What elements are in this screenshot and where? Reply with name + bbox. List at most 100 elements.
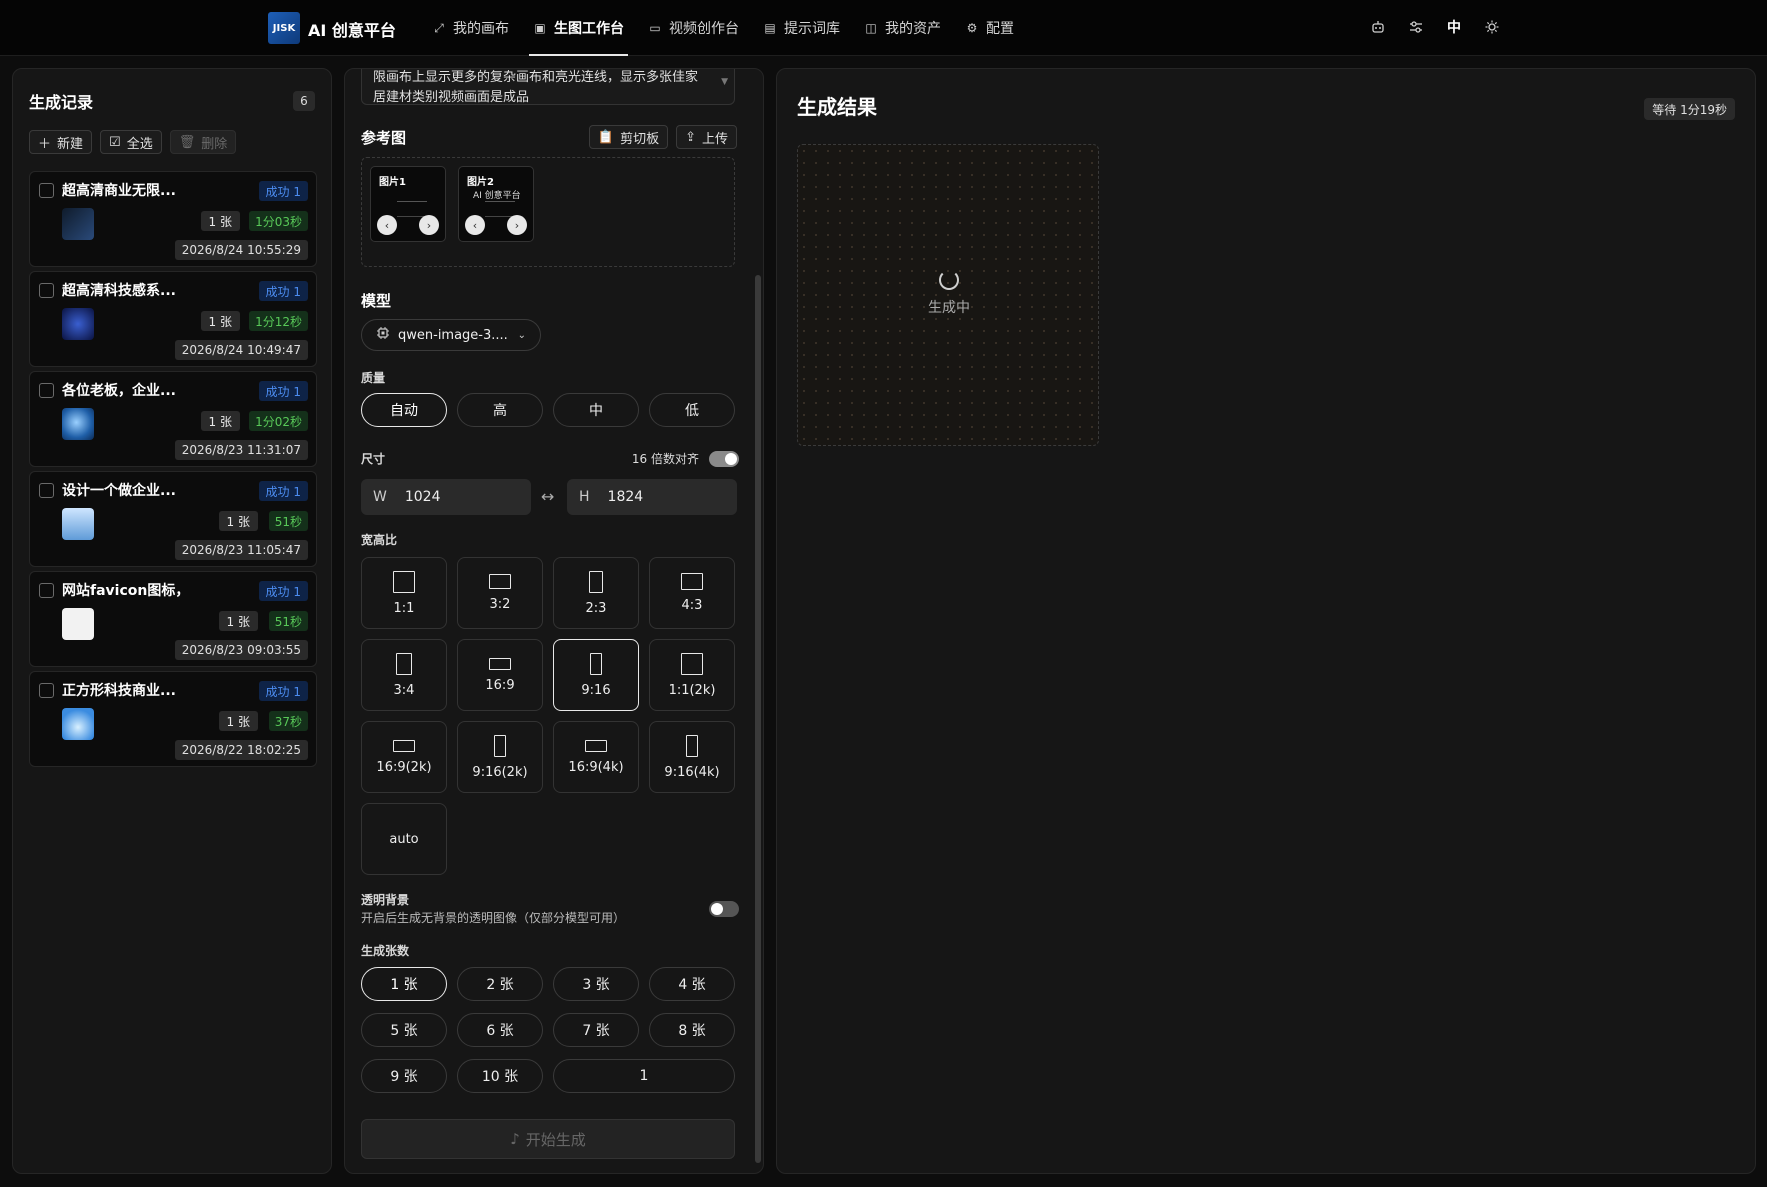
history-list: 超高清商业无限... 成功 1 1 张 1分03秒 2026/8/24 10:5…	[29, 171, 317, 771]
prompt-textarea[interactable]: 限画布上显示更多的复杂画布和亮光连线，显示多张佳家居建材类别视频画面是成品 ▼	[361, 69, 735, 105]
sun-icon[interactable]	[1484, 16, 1500, 38]
ratio-1-1-2k[interactable]: 1:1(2k)	[649, 639, 735, 711]
record-thumbnail[interactable]	[62, 208, 94, 240]
record-thumbnail[interactable]	[62, 308, 94, 340]
portrait-icon	[396, 652, 412, 675]
history-record[interactable]: 正方形科技商业... 成功 1 1 张 37秒 2026/8/22 18:02:…	[29, 671, 317, 767]
model-select[interactable]: qwen-image-3.... ⌄	[361, 319, 541, 351]
count-1[interactable]: 1 张	[361, 967, 447, 1001]
history-record[interactable]: 设计一个做企业... 成功 1 1 张 51秒 2026/8/23 11:05:…	[29, 471, 317, 567]
result-placeholder-card: 生成中	[797, 144, 1099, 446]
record-checkbox[interactable]	[39, 483, 54, 498]
ratio-9-16-2k[interactable]: 9:16(2k)	[457, 721, 543, 793]
filter-icon[interactable]	[1408, 16, 1424, 38]
generate-button[interactable]: ♪ 开始生成	[361, 1119, 735, 1159]
move-right-icon[interactable]: ›	[419, 215, 439, 235]
ratio-2-3[interactable]: 2:3	[553, 557, 639, 629]
record-checkbox[interactable]	[39, 683, 54, 698]
count-7[interactable]: 7 张	[553, 1013, 639, 1047]
ratio-9-16[interactable]: 9:16	[553, 639, 639, 711]
nav-prompt-library[interactable]: ▤ 提示词库	[751, 0, 852, 56]
quality-medium[interactable]: 中	[553, 393, 639, 427]
move-left-icon[interactable]: ‹	[377, 215, 397, 235]
count-2[interactable]: 2 张	[457, 967, 543, 1001]
count-6[interactable]: 6 张	[457, 1013, 543, 1047]
resize-arrow-icon[interactable]: ▼	[721, 72, 728, 92]
move-right-icon[interactable]: ›	[507, 215, 527, 235]
timestamp-badge: 2026/8/24 10:55:29	[174, 240, 308, 260]
reference-dropzone[interactable]: 图片1 ‹ › 图片2 AI 创意平台 ‹ ›	[361, 157, 735, 267]
reference-image-label: 图片2	[467, 177, 494, 188]
status-badge: 成功 1	[258, 281, 308, 301]
quality-auto[interactable]: 自动	[361, 393, 447, 427]
ratio-3-2[interactable]: 3:2	[457, 557, 543, 629]
width-input[interactable]: W 1024	[361, 479, 531, 515]
count-3[interactable]: 3 张	[553, 967, 639, 1001]
nav-label: 生图工作台	[554, 21, 624, 37]
count-8[interactable]: 8 张	[649, 1013, 735, 1047]
nav-image-workbench[interactable]: ▣ 生图工作台	[521, 0, 636, 56]
history-record[interactable]: 网站favicon图标， 成功 1 1 张 51秒 2026/8/23 09:0…	[29, 571, 317, 667]
new-button[interactable]: ＋ 新建	[29, 130, 93, 154]
transparent-toggle[interactable]	[709, 901, 739, 917]
count-custom-input[interactable]: 1	[553, 1059, 735, 1093]
record-thumbnail[interactable]	[62, 408, 94, 440]
ratio-3-4[interactable]: 3:4	[361, 639, 447, 711]
select-all-button[interactable]: ☑ 全选	[100, 130, 162, 154]
record-checkbox[interactable]	[39, 183, 54, 198]
clipboard-button[interactable]: 📋 剪切板	[588, 125, 669, 149]
robot-icon[interactable]	[1370, 16, 1386, 38]
nav-my-canvas[interactable]: ⤢ 我的画布	[420, 0, 521, 56]
reference-image-1[interactable]: 图片1 ‹ ›	[370, 166, 446, 242]
top-navbar: JISK AI 创意平台 ⤢ 我的画布 ▣ 生图工作台 ▭ 视频创作台 ▤ 提示词库 ◫…	[0, 0, 1767, 56]
logo[interactable]: JISK	[268, 12, 300, 44]
count-4[interactable]: 4 张	[649, 967, 735, 1001]
align-16-toggle[interactable]	[709, 451, 739, 467]
status-badge: 成功 1	[258, 181, 308, 201]
checkbox-icon: ☑	[109, 134, 121, 150]
count-badge: 1 张	[218, 711, 258, 731]
record-checkbox[interactable]	[39, 383, 54, 398]
nav-settings[interactable]: ⚙ 配置	[953, 0, 1026, 56]
height-input[interactable]: H 1824	[567, 479, 737, 515]
history-record[interactable]: 各位老板，企业... 成功 1 1 张 1分02秒 2026/8/23 11:3…	[29, 371, 317, 467]
history-record[interactable]: 超高清商业无限... 成功 1 1 张 1分03秒 2026/8/24 10:5…	[29, 171, 317, 267]
nav-my-assets[interactable]: ◫ 我的资产	[852, 0, 953, 56]
record-checkbox[interactable]	[39, 283, 54, 298]
portrait-icon	[589, 570, 603, 593]
ratio-auto[interactable]: auto	[361, 803, 447, 875]
brand-name[interactable]: AI 创意平台	[308, 17, 396, 41]
upload-button[interactable]: ⇪ 上传	[676, 125, 737, 149]
count-badge: 1 张	[200, 411, 240, 431]
ratio-label: 16:9(4k)	[568, 759, 624, 775]
count-10[interactable]: 10 张	[457, 1059, 543, 1093]
result-title: 生成结果	[797, 95, 877, 119]
ratio-1-1[interactable]: 1:1	[361, 557, 447, 629]
swap-dimensions-icon[interactable]: ↔	[541, 487, 554, 506]
history-record[interactable]: 超高清科技感系... 成功 1 1 张 1分12秒 2026/8/24 10:4…	[29, 271, 317, 367]
reference-image-2[interactable]: 图片2 AI 创意平台 ‹ ›	[458, 166, 534, 242]
ratio-16-9-2k[interactable]: 16:9(2k)	[361, 721, 447, 793]
move-left-icon[interactable]: ‹	[465, 215, 485, 235]
language-toggle[interactable]: 中	[1446, 16, 1462, 38]
ratio-16-9-4k[interactable]: 16:9(4k)	[553, 721, 639, 793]
nav-video-workbench[interactable]: ▭ 视频创作台	[636, 0, 751, 56]
logo-text: JISK	[272, 22, 296, 34]
quality-low[interactable]: 低	[649, 393, 735, 427]
scrollbar-thumb[interactable]	[755, 275, 761, 1163]
record-title: 网站favicon图标，	[62, 583, 190, 599]
width-value: 1024	[404, 489, 441, 505]
record-thumbnail[interactable]	[62, 508, 94, 540]
record-thumbnail[interactable]	[62, 708, 94, 740]
ratio-9-16-4k[interactable]: 9:16(4k)	[649, 721, 735, 793]
ratio-4-3[interactable]: 4:3	[649, 557, 735, 629]
upload-icon: ⇪	[685, 129, 696, 145]
quality-high[interactable]: 高	[457, 393, 543, 427]
record-checkbox[interactable]	[39, 583, 54, 598]
count-5[interactable]: 5 张	[361, 1013, 447, 1047]
delete-button[interactable]: 🗑 删除	[169, 130, 237, 154]
count-9[interactable]: 9 张	[361, 1059, 447, 1093]
ratio-16-9[interactable]: 16:9	[457, 639, 543, 711]
record-thumbnail[interactable]	[62, 608, 94, 640]
duration-badge: 1分12秒	[249, 311, 308, 331]
